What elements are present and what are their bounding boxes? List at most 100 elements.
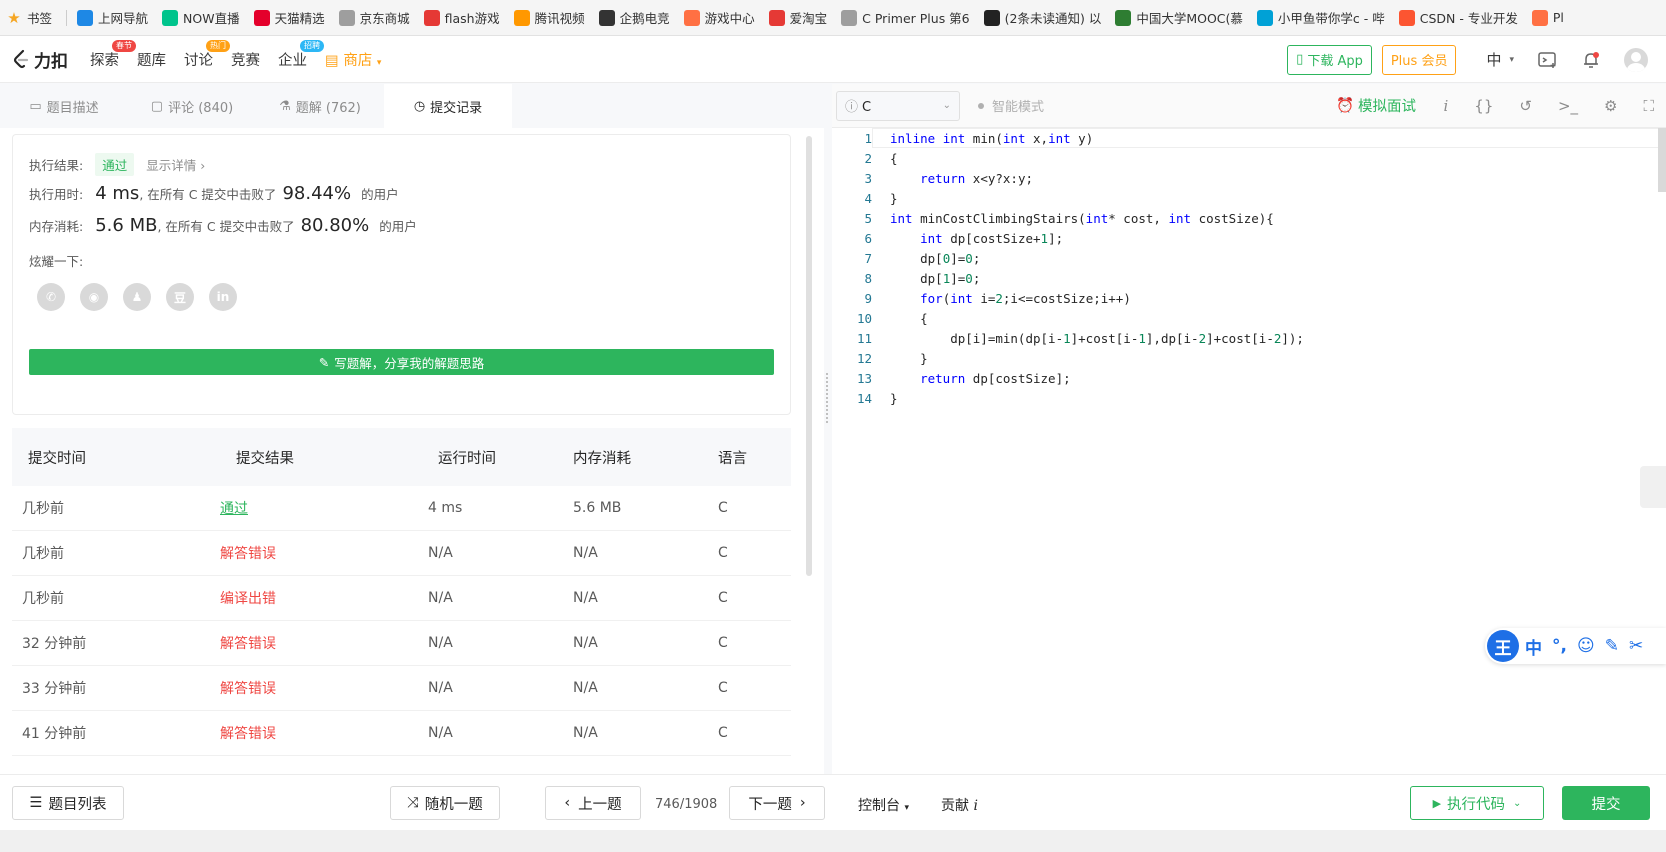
result-link[interactable]: 编译出错 (220, 591, 276, 607)
code-line[interactable]: 14} (832, 388, 898, 408)
bookmark-item[interactable]: 中国大学MOOC(慕 (1115, 8, 1243, 27)
code-line[interactable]: 13 return dp[costSize]; (832, 368, 1071, 388)
douban-icon[interactable]: 豆 (166, 283, 194, 311)
language-switch[interactable]: 中 ▾ (1486, 49, 1514, 70)
bookmark-item[interactable]: 爱淘宝 (768, 8, 827, 27)
tab-description[interactable]: ▭ 题目描述 (0, 84, 128, 128)
pane-splitter[interactable] (824, 128, 832, 774)
download-app-button[interactable]: ▯ 下载 App (1287, 44, 1372, 75)
cell-result[interactable]: 解答错误 (220, 633, 428, 653)
bookmark-item[interactable]: 天猫精选 (253, 8, 325, 27)
code-line[interactable]: 4} (832, 188, 897, 208)
ime-emoji-icon[interactable]: ☺ (1577, 636, 1595, 656)
code-line[interactable]: 6 int dp[costSize+1]; (832, 228, 1063, 248)
notification-bell-icon[interactable] (1582, 51, 1600, 69)
bookmark-item[interactable]: 腾讯视频 (513, 8, 585, 27)
nav-item-label: 竞赛 (231, 52, 260, 69)
smart-mode-toggle[interactable]: 智能模式 (978, 96, 1044, 115)
run-code-button[interactable]: ▶ 执行代码 ⌄ (1410, 786, 1544, 820)
prev-problem-button[interactable]: ‹ 上一题 (545, 786, 641, 820)
nav-item[interactable]: 竞赛 (231, 49, 260, 70)
bookmarks-bar: ★ 书签 上网导航 NOW直播 天猫精选 京东商城 flash游戏 腾讯视频 企鹅电竞 游戏中心 爱… (0, 0, 1666, 36)
reset-icon[interactable]: ↺ (1519, 97, 1532, 115)
random-problem-button[interactable]: ⤨ 随机一题 (390, 786, 500, 820)
language-select[interactable]: ⓘ C ⌄ (836, 90, 960, 121)
shop-icon: ▤ (325, 52, 339, 69)
cell-result[interactable]: 编译出错 (220, 588, 428, 608)
tab-solutions[interactable]: ⚗ 题解 (762) (256, 84, 384, 128)
tab-submissions[interactable]: ◷ 提交记录 (384, 84, 512, 128)
submit-button[interactable]: 提交 (1562, 786, 1650, 820)
editor-scrollbar[interactable] (1658, 128, 1666, 192)
fullscreen-icon[interactable]: ⛶ (1643, 97, 1654, 115)
ime-chinese-toggle[interactable]: 中 (1525, 634, 1542, 659)
tab-comments[interactable]: ▢ 评论 (840) (128, 84, 256, 128)
result-link[interactable]: 解答错误 (220, 546, 276, 562)
settings-icon[interactable]: ⚙ (1604, 97, 1617, 115)
code-line[interactable]: 10 { (832, 308, 928, 328)
linkedin-icon[interactable]: in (209, 283, 237, 311)
code-line[interactable]: 3 return x<y?x:y; (832, 168, 1033, 188)
cell-result[interactable]: 解答错误 (220, 543, 428, 563)
nav-item[interactable]: 讨论 热门 (184, 39, 230, 70)
bookmark-item[interactable]: 企鹅电竞 (598, 8, 670, 27)
console-toggle[interactable]: 控制台 ▾ (858, 795, 909, 815)
cell-result[interactable]: 解答错误 (220, 723, 428, 743)
contribute-button[interactable]: 贡献 i (941, 795, 978, 815)
mock-interview-button[interactable]: ⏰ 模拟面试 (1336, 95, 1416, 116)
nav-shop[interactable]: ▤ 商店 ▾ (325, 49, 381, 70)
weibo-icon[interactable]: ◉ (80, 283, 108, 311)
pencil-icon (1531, 9, 1548, 26)
left-scrollbar[interactable] (806, 136, 812, 576)
bookmark-item[interactable]: 小甲鱼带你学c - 哔 (1256, 8, 1385, 27)
ime-scissors-icon[interactable]: ✂ (1629, 636, 1643, 656)
braces-icon[interactable]: {} (1474, 97, 1493, 115)
cell-result[interactable]: 解答错误 (220, 678, 428, 698)
ime-logo-icon[interactable]: 王 (1487, 630, 1519, 662)
bookmark-item[interactable]: flash游戏 (423, 8, 500, 27)
write-solution-button[interactable]: ✎ 写题解，分享我的解题思路 (29, 349, 774, 375)
bookmark-item[interactable]: CSDN - 专业开发 (1398, 8, 1518, 27)
code-line[interactable]: 2{ (832, 148, 897, 168)
code-line[interactable]: 1 inline int min(int x,int y) (832, 128, 1093, 148)
result-link[interactable]: 解答错误 (220, 636, 276, 652)
ime-toolbar[interactable]: 王 中 °, ☺ ✎ ✂ (1485, 628, 1666, 664)
info-italic-icon[interactable]: i (1443, 97, 1448, 115)
bookmark-item[interactable]: (2条未读通知) 以 (983, 8, 1101, 27)
bookmark-item[interactable]: ★ 书签 (6, 8, 52, 27)
code-line[interactable]: 11 dp[i]=min(dp[i-1]+cost[i-1],dp[i-2]+c… (832, 328, 1304, 348)
user-avatar[interactable] (1624, 47, 1648, 72)
playground-icon[interactable] (1538, 51, 1558, 69)
problem-list-button[interactable]: ☰ 题目列表 (12, 786, 124, 820)
bookmark-item[interactable]: Pl (1531, 9, 1564, 26)
leetcode-logo[interactable]: 力扣 (12, 47, 68, 72)
code-line[interactable]: 7 dp[0]=0; (832, 248, 980, 268)
bookmark-item[interactable]: 京东商城 (338, 8, 410, 27)
wechat-icon[interactable]: ✆ (37, 283, 65, 311)
code-line[interactable]: 8 dp[1]=0; (832, 268, 980, 288)
side-notes-tab[interactable] (1640, 466, 1666, 508)
nav-item[interactable]: 探索 春节 (90, 39, 136, 70)
show-details-link[interactable]: 显示详情 › (146, 155, 205, 174)
code-line[interactable]: 5 int minCostClimbingStairs(int* cost, in… (832, 208, 1273, 228)
terminal-icon[interactable]: >_ (1558, 97, 1578, 115)
plus-member-button[interactable]: Plus 会员 (1381, 44, 1457, 75)
bookmark-item[interactable]: 游戏中心 (683, 8, 755, 27)
code-line[interactable]: 12 } (832, 348, 928, 368)
ime-punctuation-icon[interactable]: °, (1552, 636, 1567, 656)
result-link[interactable]: 通过 (220, 501, 248, 517)
qq-icon[interactable]: ♟ (123, 283, 151, 311)
bookmark-item[interactable]: C Primer Plus 第6 (841, 8, 970, 27)
result-link[interactable]: 解答错误 (220, 681, 276, 697)
ime-pen-icon[interactable]: ✎ (1605, 636, 1619, 656)
code-line[interactable]: 9 for(int i=2;i<=costSize;i++) (832, 288, 1130, 308)
nav-item[interactable]: 企业 招聘 (278, 39, 324, 70)
nav-item[interactable]: 题库 (137, 49, 166, 70)
code-editor[interactable]: 1 inline int min(int x,int y) 2{3 return x… (832, 128, 1666, 774)
result-link[interactable]: 解答错误 (220, 726, 276, 742)
bookmark-item[interactable]: NOW直播 (162, 8, 240, 27)
next-problem-button[interactable]: 下一题 › (729, 786, 825, 820)
cell-result[interactable]: 通过 (220, 498, 428, 518)
bookmark-item[interactable]: 上网导航 (77, 8, 148, 27)
table-row: 32 分钟前 解答错误 N/A N/A C (12, 621, 791, 666)
